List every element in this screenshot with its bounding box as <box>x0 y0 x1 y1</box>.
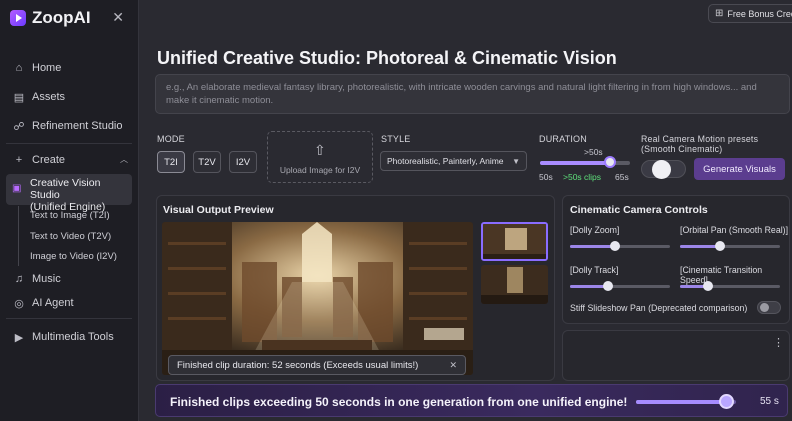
duration-value-label: >50s <box>584 147 603 157</box>
divider <box>6 143 132 144</box>
chevron-up-icon[interactable]: ︿ <box>120 154 128 165</box>
dolly-zoom-thumb[interactable] <box>610 241 620 251</box>
camera-motion-label: Real Camera Motion presets (Smooth Cinem… <box>641 134 759 154</box>
mode-t2i-button[interactable]: T2I <box>157 151 185 173</box>
sidebar-item-label: Assets <box>32 91 66 103</box>
status-toast: Finished clip duration: 52 seconds (Exce… <box>168 355 466 375</box>
sidebar-subitem-t2i[interactable]: Text to Image (T2I) <box>30 210 110 221</box>
camera-motion-toggle[interactable] <box>641 160 686 179</box>
upload-dropzone[interactable]: ⇧ Upload Image for I2V <box>267 131 373 183</box>
orbital-pan-slider[interactable] <box>680 245 780 248</box>
prompt-input[interactable]: e.g., An elaborate medieval fantasy libr… <box>155 74 790 114</box>
close-icon[interactable]: ✕ <box>449 360 457 371</box>
sidebar-item-assets[interactable]: ▤ Assets <box>12 88 65 106</box>
dolly-track-thumb[interactable] <box>603 281 613 291</box>
toast-text: Finished clip duration: 52 seconds (Exce… <box>177 359 419 371</box>
users-icon: ☍ <box>13 120 25 133</box>
media-icon: ▶ <box>14 331 24 344</box>
style-select-value: Photorealistic, Painterly, Anime <box>387 156 504 166</box>
slideshow-pan-toggle[interactable] <box>757 301 781 314</box>
sidebar-item-home[interactable]: ⌂ Home <box>12 59 62 77</box>
mode-i2v-button[interactable]: I2V <box>229 151 257 173</box>
sidebar-item-label: Create <box>32 154 66 166</box>
mode-t2v-button[interactable]: T2V <box>193 151 221 173</box>
transition-speed-slider[interactable] <box>680 285 780 288</box>
library-scene <box>162 222 473 375</box>
credit-badge[interactable]: ⊞ Free Bonus Credi <box>708 4 792 23</box>
page-title: Unified Creative Studio: Photoreal & Cin… <box>157 48 617 68</box>
toggle-knob <box>760 303 769 312</box>
logo-icon <box>10 10 26 26</box>
chevron-down-icon: ▼ <box>512 157 520 166</box>
music-icon: ♫ <box>14 273 24 285</box>
credit-badge-label: Free Bonus Credi <box>727 8 792 19</box>
active-label-line1: Creative Vision Studio <box>30 177 101 201</box>
more-options-icon[interactable]: ⋮ <box>773 336 784 349</box>
sidebar-item-music[interactable]: ♫ Music <box>12 270 61 288</box>
duration-slider-fill <box>540 161 611 165</box>
globe-icon: ◎ <box>14 297 24 310</box>
sidebar-item-label: Multimedia Tools <box>32 331 114 343</box>
orbital-pan-label: [Orbital Pan (Smooth Real)] <box>680 225 789 235</box>
sidebar-subitem-t2v[interactable]: Text to Video (T2V) <box>30 231 111 242</box>
banner-text: Finished clips exceeding 50 seconds in o… <box>170 395 628 409</box>
home-icon: ⌂ <box>15 62 23 74</box>
slideshow-pan-label: Stiff Slideshow Pan (Deprecated comparis… <box>570 303 748 313</box>
slider-fill <box>570 245 615 248</box>
upload-label: Upload Image for I2V <box>279 165 361 175</box>
duration-label: DURATION <box>539 134 587 144</box>
transition-speed-thumb[interactable] <box>703 281 713 291</box>
sidebar-item-create[interactable]: + Create ︿ <box>12 151 128 169</box>
thumbnail-2[interactable] <box>481 265 548 304</box>
dolly-track-label: [Dolly Track] <box>570 265 619 275</box>
banner-slider-fill <box>636 400 726 404</box>
sidebar-item-refinement-studio[interactable]: ☍ Refinement Studio <box>12 117 123 135</box>
dolly-zoom-label: [Dolly Zoom] <box>570 225 620 235</box>
thumbnail-image <box>483 224 546 259</box>
logo[interactable]: ZoopAI ✕ <box>10 8 128 28</box>
style-label: STYLE <box>381 134 411 144</box>
duration-max-label: 65s <box>615 172 629 182</box>
sidebar-item-label: Home <box>32 62 62 74</box>
camera-controls-title: Cinematic Camera Controls <box>570 204 708 216</box>
transition-speed-label: [Cinematic Transition Speed] <box>680 265 763 285</box>
banner-value: 55 s <box>760 396 779 407</box>
dolly-zoom-slider[interactable] <box>570 245 670 248</box>
sidebar-item-ai-agent[interactable]: ◎ AI Agent <box>12 294 74 312</box>
sidebar-item-multimedia-tools[interactable]: ▶ Multimedia Tools <box>12 328 114 346</box>
banner-slider-thumb[interactable] <box>719 394 734 409</box>
extra-panel <box>562 330 790 381</box>
duration-slider-thumb[interactable] <box>604 156 617 168</box>
upload-icon: ⇧ <box>314 142 326 158</box>
duration-min-label: 50s <box>539 172 553 182</box>
sidebar-item-label: Music <box>32 273 61 285</box>
duration-clips-label: >50s clips <box>563 172 602 182</box>
sidebar: ZoopAI ✕ ⌂ Home ▤ Assets ☍ Refinement St… <box>0 0 139 421</box>
divider <box>6 318 132 319</box>
thumbnail-1[interactable] <box>481 222 548 261</box>
mode-label: MODE <box>157 134 185 144</box>
document-icon: ▤ <box>13 91 25 104</box>
preview-image[interactable] <box>162 222 473 375</box>
sidebar-item-label: Refinement Studio <box>32 120 123 132</box>
preview-title: Visual Output Preview <box>163 204 274 216</box>
dolly-track-slider[interactable] <box>570 285 670 288</box>
sidebar-item-label: Creative Vision Studio (Unified Engine) <box>30 177 132 213</box>
close-icon[interactable]: ✕ <box>112 9 124 26</box>
plus-icon: + <box>15 154 23 166</box>
sidebar-item-creative-vision-studio[interactable]: ▣ Creative Vision Studio (Unified Engine… <box>6 174 132 213</box>
toggle-knob <box>652 160 671 179</box>
slider-fill <box>680 245 720 248</box>
gift-icon: ⊞ <box>715 8 724 19</box>
duration-slider-track[interactable] <box>540 161 630 165</box>
sidebar-item-label: AI Agent <box>32 297 74 309</box>
generate-button[interactable]: Generate Visuals <box>694 158 785 180</box>
thumbnail-image <box>481 265 548 304</box>
video-icon: ▣ <box>12 183 22 194</box>
tree-line <box>18 206 19 266</box>
sidebar-subitem-i2v[interactable]: Image to Video (I2V) <box>30 251 117 262</box>
orbital-pan-thumb[interactable] <box>715 241 725 251</box>
style-select[interactable]: Photorealistic, Painterly, Anime ▼ <box>380 151 527 171</box>
app-name: ZoopAI <box>32 8 91 27</box>
